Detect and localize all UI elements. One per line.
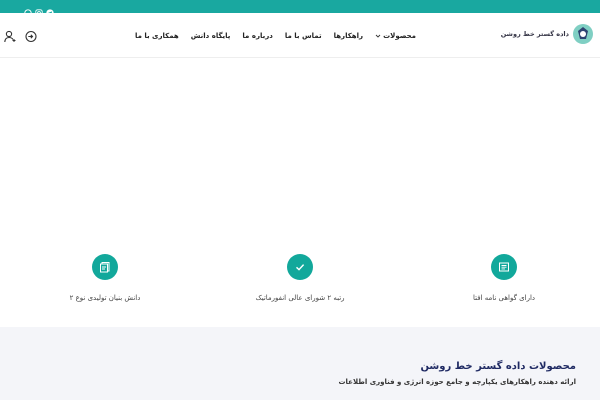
site-logo[interactable]: داده گستر خط روشن	[501, 23, 594, 45]
user-account-icon[interactable]	[4, 28, 16, 43]
feature-label: دانش بنیان تولیدی نوع ۲	[69, 294, 141, 302]
site-header: داده گستر خط روشن محصولات راهکارها تماس …	[0, 13, 600, 58]
nav-item-knowledge-base[interactable]: پایگاه دانش	[191, 32, 231, 40]
feature-certificate: دارای گواهی نامه افتا	[409, 254, 599, 302]
nav-item-about[interactable]: درباره ما	[242, 32, 272, 40]
nav-item-label: همکاری با ما	[134, 31, 179, 40]
nav-item-label: تماس با ما	[284, 31, 322, 40]
logo-mark-icon	[572, 23, 594, 45]
certificate-icon	[491, 254, 517, 280]
knowledge-icon	[92, 254, 118, 280]
telegram-icon[interactable]	[46, 2, 54, 17]
feature-knowledge-based: دانش بنیان تولیدی نوع ۲	[10, 254, 200, 302]
hero-section: دانش بنیان تولیدی نوع ۲ رتبه ۲ شورای عال…	[0, 59, 600, 327]
check-icon	[287, 254, 313, 280]
nav-item-label: راهکارها	[333, 31, 364, 40]
feature-rank: رتبه ۲ شورای عالی انفورماتیک	[205, 254, 395, 302]
chevron-down-icon	[375, 33, 381, 39]
nav-item-label: پایگاه دانش	[190, 31, 231, 40]
social-links	[24, 2, 54, 17]
login-icon[interactable]	[25, 28, 37, 43]
feature-label: رتبه ۲ شورای عالی انفورماتیک	[255, 294, 345, 302]
nav-item-solutions[interactable]: راهکارها	[334, 32, 364, 40]
nav-item-contact[interactable]: تماس با ما	[285, 32, 322, 40]
nav-item-label: درباره ما	[242, 31, 273, 40]
nav-item-careers[interactable]: همکاری با ما	[135, 32, 179, 40]
instagram-icon[interactable]	[35, 2, 43, 17]
logo-text: داده گستر خط روشن	[500, 30, 569, 38]
products-title: محصولات داده گستر خط روشن	[420, 361, 576, 372]
feature-label: دارای گواهی نامه افتا	[472, 294, 536, 302]
products-section: محصولات داده گستر خط روشن ارائه دهنده را…	[0, 327, 600, 400]
nav-item-label: محصولات	[383, 31, 416, 40]
nav-item-products[interactable]: محصولات	[375, 32, 416, 40]
top-bar	[0, 0, 600, 17]
main-nav: محصولات راهکارها تماس با ما درباره ما پا…	[135, 13, 416, 58]
user-actions	[4, 28, 37, 43]
whatsapp-icon[interactable]	[24, 2, 32, 17]
products-subtitle: ارائه دهنده راهکارهای یکپارچه و جامع حوز…	[338, 378, 577, 386]
